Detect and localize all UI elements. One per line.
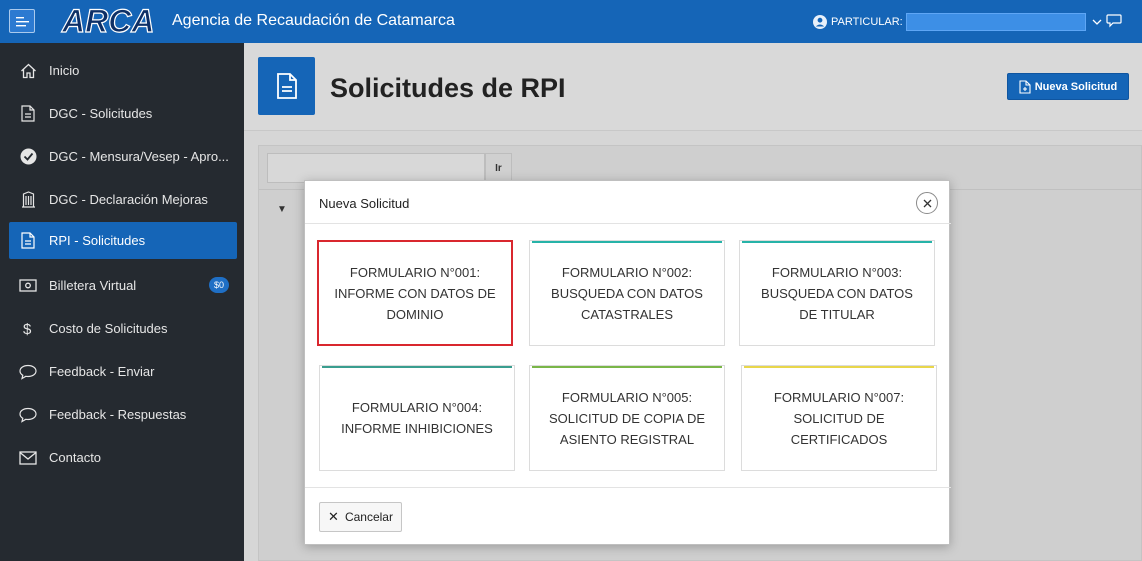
sidebar-item-rpi-solicitudes[interactable]: RPI - Solicitudes — [9, 222, 237, 259]
building-icon — [19, 191, 37, 209]
page-title: Solicitudes de RPI — [330, 73, 566, 103]
close-button[interactable] — [916, 192, 938, 214]
go-button[interactable]: Ir — [485, 153, 512, 183]
form-card-004[interactable]: FORMULARIO N°004: INFORME INHIBICIONES — [319, 365, 515, 471]
user-icon — [813, 15, 827, 29]
form-card-005[interactable]: FORMULARIO N°005: SOLICITUD DE COPIA DE … — [529, 365, 725, 471]
dollar-icon: $ — [19, 320, 37, 338]
card-accent — [744, 366, 934, 368]
caret-down-icon[interactable]: ▼ — [277, 204, 287, 215]
sidebar-item-label: Inicio — [49, 63, 80, 78]
sidebar-item-dgc-mensura[interactable]: DGC - Mensura/Vesep - Apro... — [9, 138, 237, 175]
card-accent — [532, 366, 722, 368]
sidebar-item-label: Costo de Solicitudes — [49, 321, 168, 336]
form-card-label: FORMULARIO N°007: SOLICITUD DE CERTIFICA… — [773, 389, 905, 447]
search-input[interactable] — [267, 153, 485, 183]
nueva-solicitud-dialog: Nueva Solicitud FORMULARIO N°001: INFORM… — [304, 180, 951, 546]
sidebar-item-inicio[interactable]: Inicio — [9, 52, 237, 89]
money-icon — [19, 277, 37, 295]
form-card-label: FORMULARIO N°004: INFORME INHIBICIONES — [341, 400, 493, 436]
sidebar-item-label: Feedback - Respuestas — [49, 407, 187, 422]
close-icon — [923, 199, 931, 207]
user-menu[interactable]: PARTICULAR: — [813, 12, 1102, 32]
document-icon — [276, 73, 297, 99]
arca-logo: ARCA — [60, 4, 154, 38]
form-card-007[interactable]: FORMULARIO N°007: SOLICITUD DE CERTIFICA… — [741, 365, 937, 471]
check-circle-icon — [19, 148, 37, 166]
hamburger-icon — [16, 17, 29, 27]
nueva-solicitud-button[interactable]: Nueva Solicitud — [1007, 73, 1129, 100]
card-accent — [532, 241, 722, 243]
nueva-solicitud-label: Nueva Solicitud — [1034, 80, 1118, 93]
document-icon — [19, 105, 37, 123]
sidebar-item-dgc-declaracion[interactable]: DGC - Declaración Mejoras — [9, 181, 237, 218]
dialog-title: Nueva Solicitud — [319, 196, 410, 211]
sidebar-item-dgc-solicitudes[interactable]: DGC - Solicitudes — [9, 95, 237, 132]
form-card-001[interactable]: FORMULARIO N°001: INFORME CON DATOS DE D… — [317, 240, 513, 346]
form-card-label: FORMULARIO N°002: BUSQUEDA CON DATOS CAT… — [551, 264, 703, 322]
sidebar-item-costo[interactable]: $ Costo de Solicitudes — [9, 310, 237, 347]
sidebar-item-label: Feedback - Enviar — [49, 364, 155, 379]
close-icon: ✕ — [328, 509, 339, 524]
cancel-button[interactable]: ✕ Cancelar — [319, 502, 402, 532]
mail-icon — [19, 449, 37, 467]
card-accent — [742, 241, 932, 243]
svg-text:ARCA: ARCA — [61, 4, 154, 38]
page-header: Solicitudes de RPI Nueva Solicitud — [244, 43, 1142, 131]
sidebar-item-label: Contacto — [49, 450, 102, 465]
sidebar: Inicio DGC - Solicitudes DGC - Mensura/V… — [0, 43, 244, 561]
wallet-balance-badge: $0 — [209, 277, 229, 293]
sidebar-item-billetera[interactable]: Billetera Virtual $0 — [9, 267, 237, 304]
sidebar-item-label: DGC - Solicitudes — [49, 106, 153, 121]
new-document-icon — [1019, 79, 1031, 94]
svg-text:$: $ — [23, 321, 32, 337]
user-name-field[interactable] — [905, 13, 1086, 31]
top-header: ARCA Agencia de Recaudación de Catamarca… — [0, 0, 1142, 43]
cancel-label: Cancelar — [344, 510, 393, 524]
sidebar-item-label: DGC - Mensura/Vesep - Apro... — [49, 149, 229, 164]
user-type-label: PARTICULAR: — [831, 16, 903, 28]
document-icon — [19, 232, 37, 250]
sidebar-item-feedback-enviar[interactable]: Feedback - Enviar — [9, 353, 237, 390]
form-card-003[interactable]: FORMULARIO N°003: BUSQUEDA CON DATOS DE … — [739, 240, 935, 346]
chat-icon — [19, 363, 37, 381]
page-icon — [258, 57, 315, 115]
sidebar-item-feedback-respuestas[interactable]: Feedback - Respuestas — [9, 396, 237, 433]
home-icon — [19, 62, 37, 80]
chat-icon[interactable] — [1106, 13, 1122, 28]
form-card-label: FORMULARIO N°005: SOLICITUD DE COPIA DE … — [548, 389, 706, 447]
chat-icon — [19, 406, 37, 424]
form-card-002[interactable]: FORMULARIO N°002: BUSQUEDA CON DATOS CAT… — [529, 240, 725, 346]
sidebar-item-contacto[interactable]: Contacto — [9, 439, 237, 476]
form-card-label: FORMULARIO N°001: INFORME CON DATOS DE D… — [334, 264, 496, 322]
menu-toggle-button[interactable] — [9, 9, 35, 33]
form-card-label: FORMULARIO N°003: BUSQUEDA CON DATOS DE … — [761, 264, 913, 322]
sidebar-item-label: Billetera Virtual — [49, 278, 137, 293]
sidebar-item-label: RPI - Solicitudes — [49, 233, 146, 248]
app-title: Agencia de Recaudación de Catamarca — [172, 12, 455, 29]
dialog-footer: ✕ Cancelar — [305, 487, 951, 546]
chevron-down-icon[interactable] — [1092, 18, 1102, 26]
dialog-header: Nueva Solicitud — [305, 181, 951, 224]
sidebar-item-label: DGC - Declaración Mejoras — [49, 192, 208, 207]
card-accent — [322, 366, 512, 368]
